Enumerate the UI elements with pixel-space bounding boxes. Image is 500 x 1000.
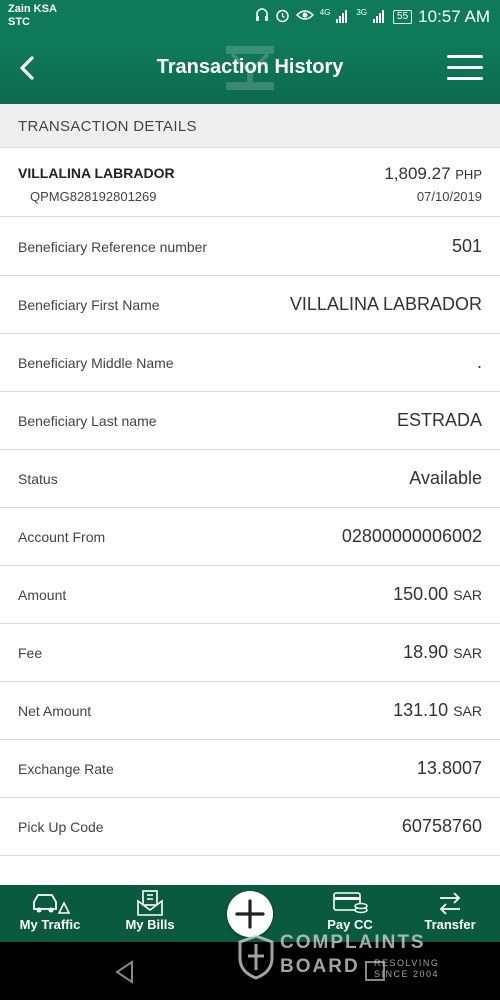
- summary-reference: QPMG828192801269: [30, 189, 157, 204]
- detail-value: 501: [451, 236, 482, 256]
- detail-row-pickup-code: Pick Up Code 60758760: [0, 798, 500, 856]
- signal-bars-icon-2: [373, 9, 387, 26]
- shield-logo-icon: [238, 934, 274, 980]
- carrier-2: STC: [8, 16, 30, 28]
- app-bar: Transaction History: [0, 34, 500, 104]
- detail-value: 60758760: [401, 816, 482, 836]
- signal-3g-icon: 3G: [356, 7, 368, 17]
- summary-name: VILLALINA LABRADOR: [18, 165, 175, 181]
- detail-value: Available: [409, 468, 482, 488]
- hamburger-menu-icon: [447, 55, 483, 80]
- system-back-button[interactable]: [110, 957, 140, 987]
- detail-label: Beneficiary Reference number: [18, 239, 208, 255]
- detail-value: VILLALINA LABRADOR: [289, 294, 482, 314]
- detail-value: 13.8007: [416, 758, 482, 778]
- watermark-tagline-1: RESOLVING: [374, 958, 440, 968]
- transfer-arrows-icon: [439, 892, 461, 915]
- menu-button[interactable]: [446, 52, 484, 84]
- carrier-1: Zain KSA: [8, 3, 57, 15]
- status-icons: 4G 3G 55 10:57 AM: [255, 7, 490, 27]
- eye-icon: [295, 8, 314, 26]
- detail-row-exchange-rate: Exchange Rate 13.8007: [0, 740, 500, 798]
- carrier-info: Zain KSA STC: [8, 3, 57, 29]
- summary-amount: 1,809.27 PHP: [384, 164, 482, 184]
- nav-label: My Bills: [125, 917, 175, 932]
- detail-label: Exchange Rate: [18, 761, 114, 777]
- complaints-board-watermark: COMPLAINTS BOARD RESOLVING SINCE 2004: [238, 930, 458, 982]
- nav-label: My Traffic: [19, 917, 81, 932]
- detail-row-middle-name: Beneficiary Middle Name .: [0, 334, 500, 392]
- detail-label: Beneficiary Last name: [18, 413, 157, 429]
- detail-value: ESTRADA: [396, 410, 482, 430]
- signal-4g-icon: 4G: [319, 7, 331, 17]
- watermark-line-2: BOARD: [280, 956, 360, 977]
- summary-date: 07/10/2019: [416, 189, 482, 204]
- credit-card-coins-icon: [333, 892, 368, 914]
- signal-bars-icon: [336, 9, 350, 26]
- detail-value: 02800000006002: [341, 526, 482, 546]
- detail-value: 131.10 SAR: [393, 700, 482, 720]
- detail-label: Status: [18, 471, 58, 487]
- nav-my-traffic[interactable]: My Traffic: [5, 885, 95, 942]
- detail-label: Fee: [18, 645, 43, 661]
- detail-value: 18.90 SAR: [403, 642, 482, 662]
- summary-amount-value: 1,809.27: [384, 164, 451, 183]
- detail-label: Amount: [18, 587, 67, 603]
- page-title: Transaction History: [156, 56, 344, 78]
- detail-row-net-amount: Net Amount 131.10 SAR: [0, 682, 500, 740]
- nav-my-bills[interactable]: My Bills: [105, 885, 195, 942]
- detail-row-last-name: Beneficiary Last name ESTRADA: [0, 392, 500, 450]
- battery-icon: 55: [393, 10, 413, 24]
- detail-label: Beneficiary Middle Name: [18, 355, 174, 371]
- detail-value: 150.00 SAR: [393, 584, 482, 604]
- watermark-line-1: COMPLAINTS: [280, 932, 426, 953]
- transaction-summary: VILLALINA LABRADOR QPMG828192801269 1,80…: [0, 149, 500, 217]
- watermark-tagline-2: SINCE 2004: [374, 969, 440, 979]
- detail-row-status: Status Available: [0, 450, 500, 508]
- detail-row-fee: Fee 18.90 SAR: [0, 624, 500, 682]
- detail-label: Net Amount: [18, 703, 92, 719]
- status-bar: Zain KSA STC 4G 3G 55 10:57 AM: [0, 0, 500, 34]
- detail-label: Beneficiary First Name: [18, 297, 160, 313]
- detail-row-account-from: Account From 02800000006002: [0, 508, 500, 566]
- triangle-back-icon: [115, 960, 133, 984]
- headset-icon: [255, 8, 269, 26]
- detail-row-reference: Beneficiary Reference number 501: [0, 218, 500, 276]
- bill-envelope-icon: [137, 890, 163, 916]
- section-header: TRANSACTION DETAILS: [0, 104, 500, 148]
- details-list: Beneficiary Reference number 501 Benefic…: [0, 218, 500, 856]
- detail-label: Account From: [18, 529, 106, 545]
- car-warning-icon: [33, 894, 70, 914]
- detail-label: Pick Up Code: [18, 819, 104, 835]
- detail-row-amount: Amount 150.00 SAR: [0, 566, 500, 624]
- section-title: TRANSACTION DETAILS: [18, 118, 197, 135]
- clock: 10:57 AM: [418, 7, 490, 26]
- detail-value: .: [476, 352, 482, 372]
- alarm-icon: [275, 8, 290, 27]
- summary-currency: PHP: [455, 167, 482, 182]
- detail-row-first-name: Beneficiary First Name VILLALINA LABRADO…: [0, 276, 500, 334]
